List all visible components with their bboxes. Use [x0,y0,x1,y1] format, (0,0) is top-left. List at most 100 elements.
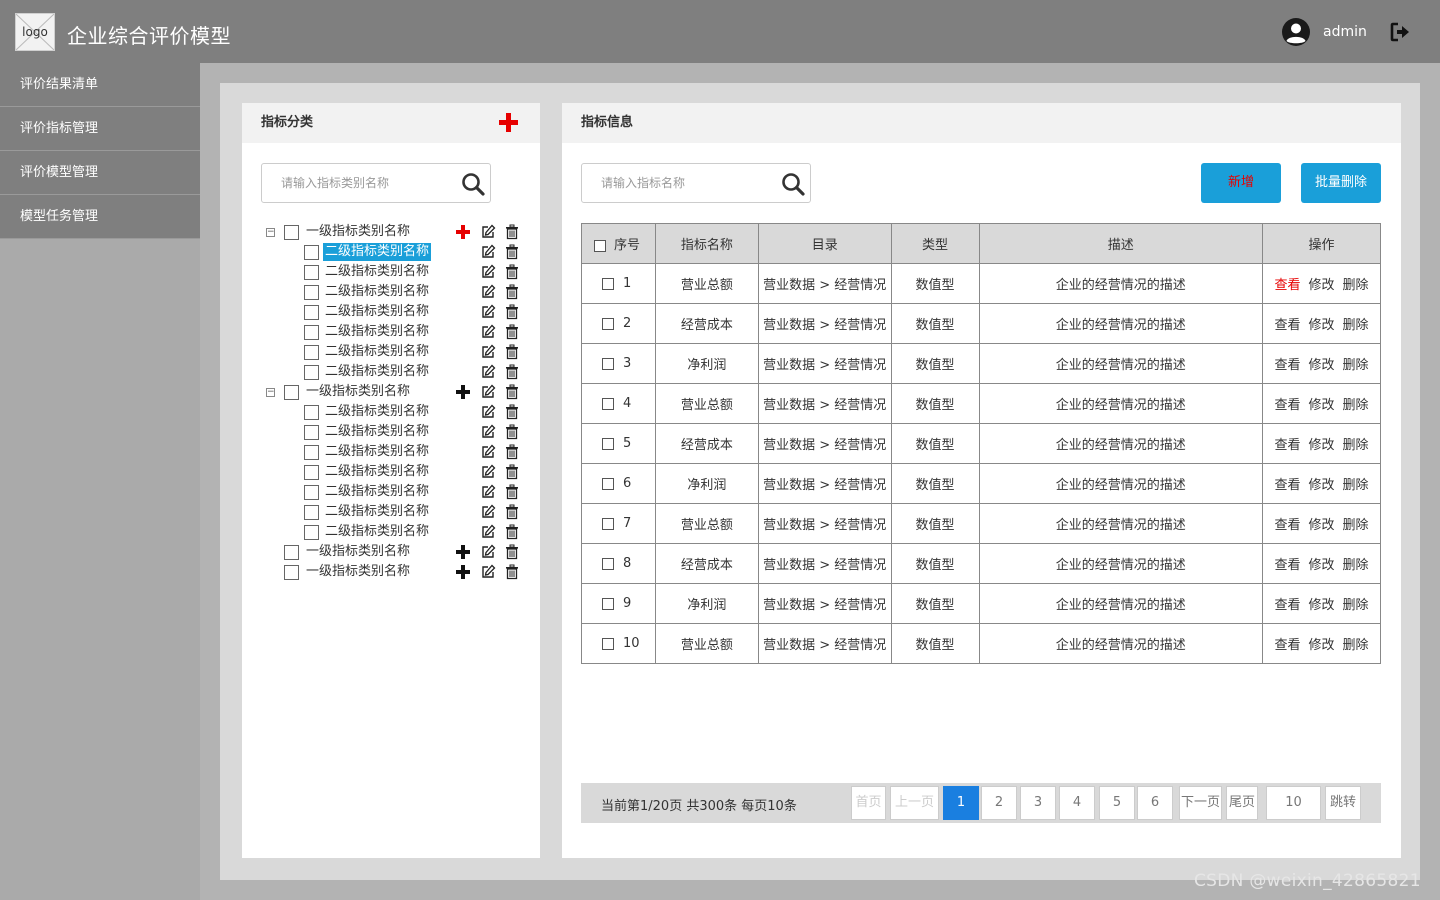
delete-link[interactable]: 删除 [1343,554,1369,573]
add-subcategory-icon[interactable] [455,564,471,580]
logout-icon[interactable] [1389,21,1411,43]
delete-link[interactable]: 删除 [1343,354,1369,373]
edit-icon[interactable] [480,284,496,300]
tree-node-label[interactable]: 一级指标类别名称 [304,543,412,561]
tree-node-label[interactable]: 一级指标类别名称 [304,383,412,401]
delete-icon[interactable] [504,504,520,520]
edit-link[interactable]: 修改 [1309,434,1335,453]
delete-link[interactable]: 删除 [1343,594,1369,613]
delete-icon[interactable] [504,344,520,360]
table-row[interactable]: 5 经营成本 营业数据 > 经营情况 数值型 企业的经营情况的描述 查看 修改 删除 [581,423,1381,464]
delete-icon[interactable] [504,244,520,260]
delete-link[interactable]: 删除 [1343,634,1369,653]
view-link[interactable]: 查看 [1275,314,1301,333]
search-icon[interactable] [781,172,805,196]
tree-node-level1[interactable]: 一级指标类别名称 [266,562,526,582]
select-all-checkbox[interactable] [594,239,606,252]
edit-icon[interactable] [480,524,496,540]
edit-icon[interactable] [480,404,496,420]
row-checkbox[interactable] [602,597,614,610]
tree-node-label[interactable]: 二级指标类别名称 [323,443,431,461]
tree-node-label[interactable]: 二级指标类别名称 [323,503,431,521]
row-checkbox[interactable] [602,557,614,570]
delete-icon[interactable] [504,444,520,460]
edit-icon[interactable] [480,564,496,580]
tree-checkbox[interactable] [284,565,299,580]
view-link[interactable]: 查看 [1275,354,1301,373]
tree-checkbox[interactable] [284,385,299,400]
edit-icon[interactable] [480,444,496,460]
page-button-5[interactable]: 5 [1099,786,1135,820]
delete-icon[interactable] [504,224,520,240]
row-checkbox[interactable] [602,317,614,330]
jump-button[interactable]: 跳转 [1325,786,1361,820]
edit-icon[interactable] [480,244,496,260]
edit-icon[interactable] [480,364,496,380]
edit-link[interactable]: 修改 [1309,354,1335,373]
edit-icon[interactable] [480,264,496,280]
collapse-toggle-icon[interactable]: − [266,388,275,397]
edit-icon[interactable] [480,224,496,240]
add-subcategory-icon[interactable] [455,384,471,400]
table-row[interactable]: 4 营业总额 营业数据 > 经营情况 数值型 企业的经营情况的描述 查看 修改 删除 [581,383,1381,424]
delete-link[interactable]: 删除 [1343,434,1369,453]
delete-icon[interactable] [504,564,520,580]
tree-node-label[interactable]: 二级指标类别名称 [323,263,431,281]
collapse-toggle-icon[interactable]: − [266,228,275,237]
tree-checkbox[interactable] [304,245,319,260]
tree-node-level2[interactable]: 二级指标类别名称 [266,282,526,302]
tree-node-level2[interactable]: 二级指标类别名称 [266,522,526,542]
last-page-button[interactable]: 尾页 [1226,786,1258,820]
tree-checkbox[interactable] [304,405,319,420]
tree-node-level1[interactable]: − 一级指标类别名称 [266,382,526,402]
edit-icon[interactable] [480,424,496,440]
tree-node-level2[interactable]: 二级指标类别名称 [266,342,526,362]
delete-icon[interactable] [504,484,520,500]
tree-node-label[interactable]: 二级指标类别名称 [323,303,431,321]
tree-checkbox[interactable] [304,365,319,380]
row-checkbox[interactable] [602,637,614,650]
tree-node-level2[interactable]: 二级指标类别名称 [266,262,526,282]
delete-link[interactable]: 删除 [1343,314,1369,333]
add-subcategory-icon[interactable] [455,544,471,560]
category-search-input[interactable] [262,164,452,202]
row-checkbox[interactable] [602,437,614,450]
tree-node-label[interactable]: 二级指标类别名称 [323,283,431,301]
jump-page-input[interactable]: 10 [1266,786,1321,820]
tree-node-level2[interactable]: 二级指标类别名称 [266,422,526,442]
edit-link[interactable]: 修改 [1309,514,1335,533]
table-row[interactable]: 7 营业总额 营业数据 > 经营情况 数值型 企业的经营情况的描述 查看 修改 删除 [581,503,1381,544]
delete-icon[interactable] [504,364,520,380]
page-button-3[interactable]: 3 [1020,786,1056,820]
row-checkbox[interactable] [602,357,614,370]
edit-icon[interactable] [480,324,496,340]
tree-node-level2[interactable]: 二级指标类别名称 [266,242,526,262]
add-category-icon[interactable] [498,112,519,133]
sidebar-item-model-management[interactable]: 评价模型管理 [0,151,200,195]
tree-checkbox[interactable] [284,225,299,240]
edit-link[interactable]: 修改 [1309,634,1335,653]
tree-node-level2[interactable]: 二级指标类别名称 [266,362,526,382]
tree-node-label[interactable]: 二级指标类别名称 [323,463,431,481]
table-row[interactable]: 10 营业总额 营业数据 > 经营情况 数值型 企业的经营情况的描述 查看 修改 删除 [581,623,1381,664]
tree-node-level2[interactable]: 二级指标类别名称 [266,462,526,482]
view-link[interactable]: 查看 [1275,554,1301,573]
tree-checkbox[interactable] [304,525,319,540]
edit-link[interactable]: 修改 [1309,474,1335,493]
delete-icon[interactable] [504,284,520,300]
view-link[interactable]: 查看 [1275,514,1301,533]
search-icon[interactable] [461,172,485,196]
edit-link[interactable]: 修改 [1309,274,1335,293]
tree-node-level2[interactable]: 二级指标类别名称 [266,322,526,342]
page-button-2[interactable]: 2 [981,786,1017,820]
tree-node-level2[interactable]: 二级指标类别名称 [266,482,526,502]
view-link[interactable]: 查看 [1275,474,1301,493]
delete-icon[interactable] [504,384,520,400]
view-link[interactable]: 查看 [1275,394,1301,413]
add-indicator-button[interactable]: 新增 [1201,163,1281,203]
page-button-4[interactable]: 4 [1059,786,1095,820]
delete-icon[interactable] [504,524,520,540]
tree-node-level2[interactable]: 二级指标类别名称 [266,302,526,322]
view-link[interactable]: 查看 [1275,274,1301,293]
tree-checkbox[interactable] [304,505,319,520]
